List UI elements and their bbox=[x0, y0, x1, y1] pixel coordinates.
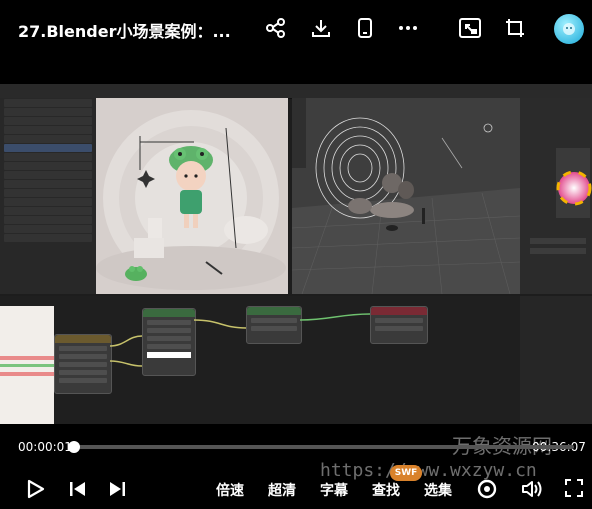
video-title: 27.Blender小场景案例：... bbox=[18, 22, 231, 41]
wireframe-viewport bbox=[291, 98, 521, 295]
top-bar: 27.Blender小场景案例：... bbox=[0, 0, 592, 58]
speed-button[interactable]: 倍速 bbox=[216, 480, 244, 500]
download-icon[interactable] bbox=[307, 14, 335, 42]
play-icon[interactable] bbox=[24, 478, 46, 504]
phone-icon[interactable] bbox=[351, 14, 379, 42]
properties-panel bbox=[520, 98, 592, 294]
danmaku-icon[interactable] bbox=[476, 478, 498, 504]
avatar-icon[interactable] bbox=[554, 14, 584, 44]
right-side-panel bbox=[520, 296, 592, 424]
node-links bbox=[109, 313, 371, 367]
previous-icon[interactable] bbox=[67, 478, 89, 504]
more-icon[interactable] bbox=[394, 14, 422, 42]
share-icon[interactable] bbox=[262, 14, 290, 42]
progress-knob[interactable] bbox=[68, 441, 81, 453]
next-icon[interactable] bbox=[106, 478, 128, 504]
subtitle-button[interactable]: 字幕 bbox=[320, 480, 348, 500]
fullscreen-icon[interactable] bbox=[564, 478, 584, 502]
video-frame[interactable] bbox=[0, 84, 592, 424]
quality-button[interactable]: 超清 bbox=[268, 480, 296, 500]
picture-in-picture-icon[interactable] bbox=[456, 14, 484, 42]
blender-menu-bar bbox=[0, 84, 592, 99]
watermark-badge: SWF bbox=[390, 465, 422, 481]
progress-bar[interactable] bbox=[68, 441, 574, 453]
search-button[interactable]: 查找 bbox=[372, 480, 400, 500]
watermark-url: https://www.wxzyw.cn bbox=[320, 460, 537, 481]
episodes-button[interactable]: 选集 bbox=[424, 480, 452, 500]
outliner-panel bbox=[0, 98, 96, 294]
volume-icon[interactable] bbox=[520, 478, 544, 504]
current-time: 00:00:01 bbox=[18, 440, 72, 454]
render-viewport bbox=[96, 98, 288, 294]
crop-icon[interactable] bbox=[501, 14, 529, 42]
